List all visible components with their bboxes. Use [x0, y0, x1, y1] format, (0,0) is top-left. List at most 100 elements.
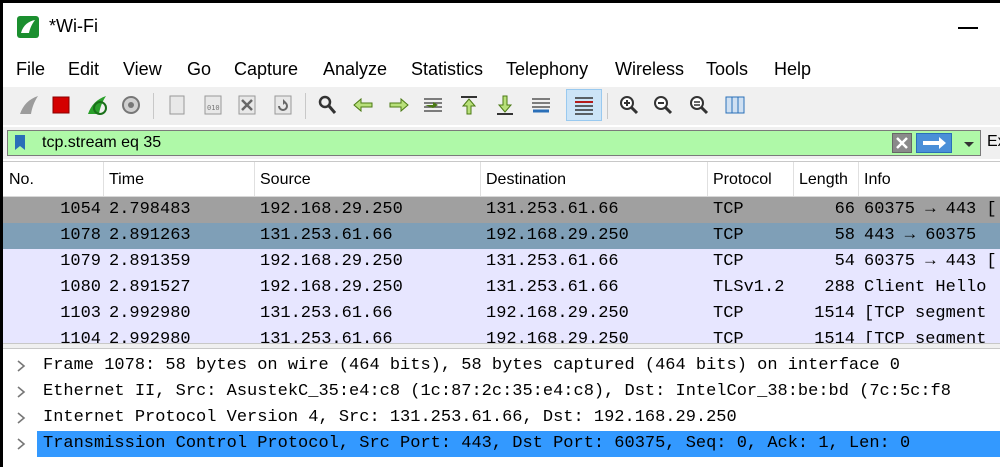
wireshark-app-icon — [17, 16, 39, 38]
zoom-in-icon[interactable] — [617, 93, 641, 117]
toolbar-separator — [153, 93, 154, 119]
expression-button[interactable]: Ex — [987, 133, 1000, 151]
cell-info: Client Hello — [864, 278, 987, 297]
column-divider[interactable] — [707, 162, 708, 196]
toolbar-separator — [305, 93, 306, 119]
cell-info: 60375 → 443 [ — [864, 200, 997, 219]
chevron-right-icon[interactable] — [15, 437, 27, 451]
column-info[interactable]: Info — [864, 171, 891, 189]
cell-no: 1104 — [60, 330, 101, 344]
menu-statistics[interactable]: Statistics — [411, 59, 483, 80]
close-icon — [896, 137, 908, 149]
table-row[interactable]: 1104 2.992980 131.253.61.66 192.168.29.250 T… — [3, 327, 1000, 344]
column-no[interactable]: No. — [9, 171, 34, 189]
packet-list: No. Time Source Destination Protocol Len… — [3, 161, 1000, 344]
detail-tree-item[interactable]: Internet Protocol Version 4, Src: 131.25… — [3, 405, 1000, 431]
cell-info: 60375 → 443 [ — [864, 252, 997, 271]
cell-protocol: TCP — [713, 226, 744, 245]
column-divider[interactable] — [103, 162, 104, 196]
table-row[interactable]: 1054 2.798483 192.168.29.250 131.253.61.66 T… — [3, 197, 1000, 223]
title-bar: *Wi-Fi — [3, 3, 1000, 53]
display-filter-input[interactable]: tcp.stream eq 35 — [7, 130, 981, 156]
menu-tools[interactable]: Tools — [706, 59, 748, 80]
detail-text: Internet Protocol Version 4, Src: 131.25… — [43, 408, 737, 427]
reload-icon[interactable] — [271, 93, 295, 117]
first-packet-icon[interactable] — [457, 93, 481, 117]
table-row[interactable]: 1103 2.992980 131.253.61.66 192.168.29.250 T… — [3, 301, 1000, 327]
colorize-icon[interactable] — [572, 93, 596, 117]
cell-no: 1080 — [60, 278, 101, 297]
close-file-icon[interactable] — [235, 93, 259, 117]
column-source[interactable]: Source — [260, 171, 311, 189]
cell-length: 66 — [834, 200, 855, 219]
cell-source: 192.168.29.250 — [260, 278, 403, 297]
menu-help[interactable]: Help — [774, 59, 811, 80]
cell-source: 192.168.29.250 — [260, 252, 403, 271]
menu-analyze[interactable]: Analyze — [323, 59, 387, 80]
detail-tree-item[interactable]: Ethernet II, Src: AsustekC_35:e4:c8 (1c:… — [3, 379, 1000, 405]
window-title: *Wi-Fi — [49, 16, 98, 36]
auto-scroll-icon[interactable] — [529, 93, 553, 117]
column-destination[interactable]: Destination — [486, 171, 566, 189]
detail-tree-item[interactable]: Frame 1078: 58 bytes on wire (464 bits),… — [3, 353, 1000, 379]
chevron-down-icon[interactable] — [960, 135, 978, 153]
column-divider[interactable] — [858, 162, 859, 196]
table-row[interactable]: 1078 2.891263 131.253.61.66 192.168.29.250 T… — [3, 223, 1000, 249]
clear-filter-button[interactable] — [892, 133, 912, 153]
normal-size-icon[interactable] — [687, 93, 711, 117]
stop-capture-icon[interactable] — [49, 93, 73, 117]
column-divider[interactable] — [793, 162, 794, 196]
cell-no: 1054 — [60, 200, 101, 219]
table-row[interactable]: 1080 2.891527 192.168.29.250 131.253.61.66 T… — [3, 275, 1000, 301]
detail-tree-item[interactable]: Transmission Control Protocol, Src Port:… — [3, 431, 1000, 457]
menu-go[interactable]: Go — [187, 59, 211, 80]
column-protocol[interactable]: Protocol — [713, 171, 772, 189]
cell-time: 2.891263 — [109, 226, 191, 245]
cell-protocol: TCP — [713, 200, 744, 219]
find-packet-icon[interactable] — [315, 93, 339, 117]
menu-telephony[interactable]: Telephony — [506, 59, 588, 80]
arrow-right-icon — [923, 137, 946, 149]
zoom-out-icon[interactable] — [651, 93, 675, 117]
save-file-icon[interactable]: 010 — [201, 93, 225, 117]
detail-text: Ethernet II, Src: AsustekC_35:e4:c8 (1c:… — [43, 382, 951, 401]
cell-time: 2.891359 — [109, 252, 191, 271]
column-time[interactable]: Time — [109, 171, 144, 189]
go-to-packet-icon[interactable] — [421, 93, 445, 117]
cell-info: 443 → 60375 — [864, 226, 977, 245]
table-row[interactable]: 1079 2.891359 192.168.29.250 131.253.61.66 T… — [3, 249, 1000, 275]
chevron-right-icon[interactable] — [15, 359, 27, 373]
menu-bar: File Edit View Go Capture Analyze Statis… — [3, 53, 1000, 85]
menu-view[interactable]: View — [123, 59, 162, 80]
packet-details: Frame 1078: 58 bytes on wire (464 bits),… — [3, 349, 1000, 467]
last-packet-icon[interactable] — [493, 93, 517, 117]
apply-filter-button[interactable] — [916, 133, 952, 153]
resize-columns-icon[interactable] — [723, 93, 747, 117]
capture-options-icon[interactable] — [119, 93, 143, 117]
cell-info: [TCP segment — [864, 304, 987, 323]
restart-capture-icon[interactable] — [85, 93, 109, 117]
shark-fin-icon[interactable] — [17, 93, 41, 117]
menu-wireless[interactable]: Wireless — [615, 59, 684, 80]
minimize-button[interactable] — [958, 27, 978, 29]
menu-file[interactable]: File — [16, 59, 45, 80]
cell-time: 2.798483 — [109, 200, 191, 219]
cell-source: 131.253.61.66 — [260, 304, 393, 323]
cell-info: [TCP segment — [864, 330, 987, 344]
menu-edit[interactable]: Edit — [68, 59, 99, 80]
go-back-icon[interactable] — [351, 93, 375, 117]
go-forward-icon[interactable] — [387, 93, 411, 117]
column-divider[interactable] — [254, 162, 255, 196]
cell-destination: 131.253.61.66 — [486, 278, 619, 297]
cell-destination: 192.168.29.250 — [486, 330, 629, 344]
chevron-right-icon[interactable] — [15, 385, 27, 399]
column-divider[interactable] — [480, 162, 481, 196]
bookmark-icon[interactable] — [14, 134, 26, 151]
chevron-right-icon[interactable] — [15, 411, 27, 425]
cell-destination: 192.168.29.250 — [486, 304, 629, 323]
menu-capture[interactable]: Capture — [234, 59, 298, 80]
packet-list-header: No. Time Source Destination Protocol Len… — [3, 162, 1000, 197]
column-length[interactable]: Length — [799, 171, 848, 189]
open-file-icon[interactable] — [165, 93, 189, 117]
detail-text: Transmission Control Protocol, Src Port:… — [43, 434, 911, 453]
